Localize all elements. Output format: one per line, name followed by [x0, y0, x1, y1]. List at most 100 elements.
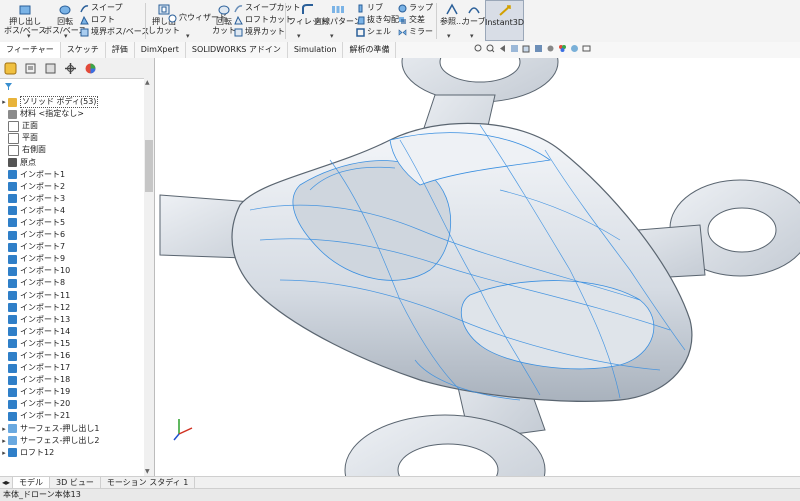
previous-view-icon[interactable]	[498, 44, 507, 53]
import-icon	[8, 218, 17, 228]
dropdown-arrow[interactable]: ▾	[64, 32, 68, 40]
expand-arrow-icon[interactable]: ▸	[0, 425, 8, 433]
feature-tree-item[interactable]: インポート20	[0, 398, 144, 410]
feature-tree-item[interactable]: 右側面	[0, 144, 144, 156]
feature-tree-item[interactable]: ▸ サーフェス-押し出し2	[0, 435, 144, 447]
tab-addins[interactable]: SOLIDWORKS アドイン	[186, 42, 288, 58]
feature-tree-item[interactable]: インポート21	[0, 410, 144, 422]
feature-tree-item[interactable]: ▸ ソリッド ボディ(53)	[0, 96, 144, 109]
feature-tree-item[interactable]: インポート4	[0, 205, 144, 217]
feature-tree-scrollbar[interactable]: ▲ ▼	[144, 78, 154, 476]
dropdown-arrow[interactable]: ▾	[27, 32, 31, 40]
feature-tree-item[interactable]: ▸ ロフト12	[0, 447, 144, 459]
display-manager-tab-icon[interactable]	[84, 62, 97, 75]
dropdown-arrow[interactable]: ▾	[330, 32, 334, 40]
feature-tree-item[interactable]: インポート12	[0, 302, 144, 314]
curves-button[interactable]: カーブ	[462, 3, 486, 26]
loft-icon	[8, 448, 17, 458]
extrude-boss-label: 押し出し ボス/ベース	[4, 17, 47, 35]
feature-tree-item[interactable]: 原点	[0, 156, 144, 168]
feature-tree-item[interactable]: インポート15	[0, 338, 144, 350]
feature-tree-item[interactable]: インポート1	[0, 169, 144, 181]
property-manager-tab-icon[interactable]	[24, 62, 37, 75]
feature-tree-item[interactable]: インポート13	[0, 314, 144, 326]
scrollbar-thumb[interactable]	[145, 140, 153, 192]
graphics-area[interactable]	[155, 58, 800, 476]
feature-tree-item[interactable]: インポート18	[0, 374, 144, 386]
view-settings-icon[interactable]	[582, 44, 591, 53]
zoom-area-icon[interactable]	[486, 44, 495, 53]
loft-button[interactable]: ロフト	[80, 15, 115, 25]
expand-arrow-icon[interactable]: ▸	[0, 98, 8, 106]
feature-tree-label: インポート14	[20, 326, 71, 336]
scroll-up-icon[interactable]: ▲	[145, 79, 150, 86]
feature-tree-item[interactable]: インポート11	[0, 290, 144, 302]
zoom-fit-icon[interactable]	[474, 44, 483, 53]
sweep-button[interactable]: スイープ	[80, 3, 123, 13]
revolve-cut-button[interactable]: 回転 カット	[212, 3, 236, 35]
feature-tree-item[interactable]: インポート6	[0, 229, 144, 241]
feature-tree-item[interactable]: インポート14	[0, 326, 144, 338]
hide-show-items-icon[interactable]	[546, 44, 555, 53]
feature-tree-item[interactable]: インポート19	[0, 386, 144, 398]
apply-scene-icon[interactable]	[570, 44, 579, 53]
filter-icon[interactable]	[4, 82, 13, 91]
wrap-button[interactable]: ラップ	[398, 3, 433, 13]
import-icon	[8, 303, 17, 313]
import-icon	[8, 278, 17, 288]
wrap-label: ラップ	[409, 3, 433, 12]
feature-manager-tab-icon[interactable]	[4, 62, 17, 75]
feature-tree-item[interactable]: 正面	[0, 120, 144, 132]
linear-pattern-button[interactable]: 直線パターン	[314, 3, 362, 26]
tab-evaluate[interactable]: 評価	[106, 42, 135, 58]
shell-button[interactable]: シェル	[356, 27, 391, 37]
feature-tree-label: 材料 <指定なし>	[20, 109, 84, 119]
tab-simulation[interactable]: Simulation	[288, 42, 344, 58]
extrude-boss-button[interactable]: 押し出し ボス/ベース	[4, 3, 46, 35]
feature-tree-item[interactable]: ▸ サーフェス-押し出し1	[0, 423, 144, 435]
feature-tree-item[interactable]: 材料 <指定なし>	[0, 108, 144, 120]
hole-wizard-icon	[168, 14, 177, 22]
feature-tree-item[interactable]: インポート2	[0, 181, 144, 193]
expand-arrow-icon[interactable]: ▸	[0, 449, 8, 457]
configuration-manager-tab-icon[interactable]	[44, 62, 57, 75]
material-icon	[8, 109, 17, 119]
edit-appearance-icon[interactable]	[558, 44, 567, 53]
reference-geometry-button[interactable]: 参照...	[440, 3, 464, 26]
mirror-button[interactable]: ミラー	[398, 27, 433, 37]
draft-button[interactable]: 抜き勾配	[356, 15, 399, 25]
feature-tree-item[interactable]: インポート9	[0, 253, 144, 265]
feature-tree-label: インポート7	[20, 242, 66, 252]
section-view-icon[interactable]	[510, 44, 519, 53]
feature-tree-item[interactable]: 平面	[0, 132, 144, 144]
feature-tree-item[interactable]: インポート16	[0, 350, 144, 362]
plane-icon	[8, 120, 19, 132]
feature-tree-item[interactable]: インポート10	[0, 265, 144, 277]
triad-axes-icon	[173, 419, 193, 441]
feature-tree-item[interactable]: インポート7	[0, 241, 144, 253]
display-style-icon[interactable]	[534, 44, 543, 53]
tab-sketch[interactable]: スケッチ	[61, 42, 106, 58]
view-orientation-icon[interactable]	[522, 44, 531, 53]
feature-tree-item[interactable]: インポート17	[0, 362, 144, 374]
expand-arrow-icon[interactable]: ▸	[0, 437, 8, 445]
tab-dimxpert[interactable]: DimXpert	[135, 42, 186, 58]
feature-tree-item[interactable]: インポート3	[0, 193, 144, 205]
dropdown-arrow[interactable]: ▾	[186, 32, 190, 40]
feature-tree-item[interactable]: インポート8	[0, 277, 144, 289]
feature-tree-item[interactable]: インポート5	[0, 217, 144, 229]
tab-features[interactable]: フィーチャー	[0, 42, 61, 58]
boundary-cut-button[interactable]: 境界カット	[234, 27, 285, 37]
feature-tree-label: 右側面	[22, 145, 46, 155]
rib-button[interactable]: リブ	[356, 3, 383, 13]
dropdown-arrow[interactable]: ▾	[447, 32, 451, 40]
boundary-boss-button[interactable]: 境界ボス/ベース	[80, 27, 149, 37]
scroll-down-icon[interactable]: ▼	[145, 468, 150, 475]
intersect-button[interactable]: 交差	[398, 15, 425, 25]
instant3d-button[interactable]: Instant3D	[485, 0, 524, 41]
tab-analysis-prep[interactable]: 解析の準備	[343, 42, 397, 58]
dropdown-arrow[interactable]: ▾	[470, 32, 474, 40]
dimxpert-manager-tab-icon[interactable]	[64, 62, 77, 75]
dropdown-arrow[interactable]: ▾	[297, 32, 301, 40]
loft-label: ロフト	[91, 15, 115, 24]
